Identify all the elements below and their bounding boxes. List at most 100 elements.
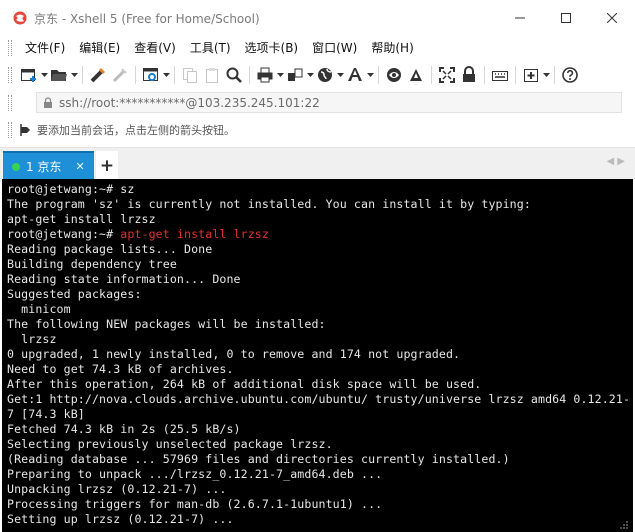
terminal-line: root@jetwang:~# sz bbox=[2, 182, 633, 197]
new-session-dropdown[interactable] bbox=[40, 64, 48, 86]
xmanager-icon bbox=[410, 69, 422, 81]
transfer-dropdown[interactable] bbox=[306, 64, 314, 86]
menu-file[interactable]: 文件(F) bbox=[18, 37, 72, 59]
terminal-line: 7 [74.3 kB] bbox=[7, 407, 85, 421]
terminal-line: Preparing to unpack .../lrzsz_0.12.21-7_… bbox=[7, 467, 383, 481]
reconnect-button[interactable] bbox=[87, 64, 109, 86]
xftp-button[interactable] bbox=[383, 64, 405, 86]
close-icon bbox=[607, 13, 617, 23]
menu-view[interactable]: 查看(V) bbox=[127, 37, 183, 59]
shell-prompt: root@jetwang:~# bbox=[7, 227, 121, 241]
caret-down-icon bbox=[366, 73, 374, 77]
toolbar-separator bbox=[484, 66, 485, 84]
terminal-line: minicom bbox=[7, 302, 71, 316]
find-icon bbox=[226, 67, 242, 83]
new-session-icon bbox=[21, 69, 36, 82]
menu-tabs[interactable]: 选项卡(B) bbox=[238, 37, 306, 59]
transfer-icon bbox=[288, 68, 303, 81]
shell-prompt: root@jetwang:~# bbox=[7, 182, 121, 196]
font-dropdown[interactable] bbox=[366, 64, 374, 86]
toolbar-separator bbox=[554, 66, 555, 84]
disconnect-button[interactable] bbox=[109, 64, 131, 86]
lock-icon bbox=[463, 66, 475, 82]
toolbar-separator bbox=[431, 66, 432, 84]
properties-icon bbox=[143, 68, 158, 81]
properties-button[interactable] bbox=[140, 64, 162, 86]
toolbar-grip[interactable] bbox=[8, 67, 12, 83]
help-button[interactable] bbox=[559, 64, 581, 86]
caret-down-icon bbox=[70, 73, 78, 77]
caret-down-icon bbox=[276, 73, 284, 77]
add-session-arrow-icon[interactable] bbox=[18, 123, 32, 137]
caret-down-icon bbox=[40, 73, 48, 77]
window-controls bbox=[497, 0, 635, 36]
open-button[interactable] bbox=[48, 64, 70, 86]
new-session-button[interactable] bbox=[18, 64, 40, 86]
shell-command: apt-get install lrzsz bbox=[120, 227, 269, 241]
encoding-button[interactable] bbox=[314, 64, 336, 86]
shell-command: sz bbox=[120, 182, 135, 196]
terminal-line: (Reading database ... 57969 files and di… bbox=[7, 452, 510, 466]
xmanager-button[interactable] bbox=[405, 64, 427, 86]
reconnect-icon bbox=[90, 67, 106, 83]
terminal-line: Building dependency tree bbox=[7, 257, 177, 271]
copy-button[interactable] bbox=[179, 64, 201, 86]
open-dropdown[interactable] bbox=[70, 64, 78, 86]
open-folder-icon bbox=[51, 70, 67, 81]
toolbar-separator bbox=[249, 66, 250, 84]
globe-icon bbox=[318, 68, 332, 82]
disconnect-icon bbox=[112, 68, 127, 83]
minimize-button[interactable] bbox=[497, 0, 543, 36]
print-button[interactable] bbox=[254, 64, 276, 86]
address-bar: ssh://root:***********@103.235.245.101:2… bbox=[0, 90, 635, 115]
transfer-button[interactable] bbox=[284, 64, 306, 86]
address-value: ssh://root:***********@103.235.245.101:2… bbox=[59, 95, 320, 110]
connection-status-dot bbox=[12, 162, 20, 171]
hint-text: 要添加当前会话，点击左侧的箭头按钮。 bbox=[37, 124, 235, 137]
address-field[interactable]: ssh://root:***********@103.235.245.101:2… bbox=[36, 92, 622, 113]
add-tab-button[interactable] bbox=[520, 64, 542, 86]
caret-down-icon bbox=[336, 73, 344, 77]
terminal-line: Setting up lrzsz (0.12.21-7) ... bbox=[7, 512, 234, 526]
close-button[interactable] bbox=[589, 0, 635, 36]
toolbar-separator bbox=[174, 66, 175, 84]
menu-help[interactable]: 帮助(H) bbox=[364, 37, 420, 59]
terminal-line: Processing triggers for man-db (2.6.7.1-… bbox=[7, 497, 383, 511]
tab-close-icon[interactable]: ✕ bbox=[75, 160, 84, 173]
terminal-line: root@jetwang:~# apt-get install lrzsz bbox=[2, 227, 633, 242]
minimize-icon bbox=[515, 17, 525, 19]
terminal-lines: root@jetwang:~# sz The program 'sz' is cu… bbox=[2, 179, 633, 527]
hintbar-grip[interactable] bbox=[8, 122, 12, 138]
terminal-line: After this operation, 264 kB of addition… bbox=[7, 377, 482, 391]
tab-label: 1 京东 bbox=[26, 160, 62, 174]
keyboard-button[interactable] bbox=[489, 64, 511, 86]
menu-edit[interactable]: 编辑(E) bbox=[72, 37, 127, 59]
add-tab-plus-button[interactable]: + bbox=[96, 151, 118, 180]
print-dropdown[interactable] bbox=[276, 64, 284, 86]
encoding-dropdown[interactable] bbox=[336, 64, 344, 86]
paste-icon bbox=[206, 68, 218, 83]
toolbar-separator bbox=[135, 66, 136, 84]
toolbar-separator bbox=[378, 66, 379, 84]
toolbar-separator bbox=[82, 66, 83, 84]
maximize-button[interactable] bbox=[543, 0, 589, 36]
menubar-grip[interactable] bbox=[8, 40, 12, 56]
font-button[interactable] bbox=[344, 64, 366, 86]
fullscreen-button[interactable] bbox=[436, 64, 458, 86]
add-tab-dropdown[interactable] bbox=[542, 64, 550, 86]
properties-dropdown[interactable] bbox=[162, 64, 170, 86]
find-button[interactable] bbox=[223, 64, 245, 86]
paste-button[interactable] bbox=[201, 64, 223, 86]
menu-window[interactable]: 窗口(W) bbox=[305, 37, 364, 59]
maximize-icon bbox=[561, 13, 571, 23]
tab-scroll-arrows[interactable]: ◀ ▶ bbox=[606, 156, 625, 167]
terminal-output[interactable]: root@jetwang:~# sz The program 'sz' is cu… bbox=[0, 179, 635, 532]
terminal-line: Fetched 74.3 kB in 2s (25.5 kB/s) bbox=[7, 422, 241, 436]
resize-grip-icon[interactable] bbox=[619, 520, 629, 530]
menu-tools[interactable]: 工具(T) bbox=[183, 37, 238, 59]
terminal-line: lrzsz bbox=[7, 332, 57, 346]
lock-button[interactable] bbox=[458, 64, 480, 86]
toolbar-separator bbox=[515, 66, 516, 84]
tab-jingdong[interactable]: 1 京东 ✕ bbox=[3, 151, 94, 180]
addressbar-grip[interactable] bbox=[8, 94, 12, 111]
